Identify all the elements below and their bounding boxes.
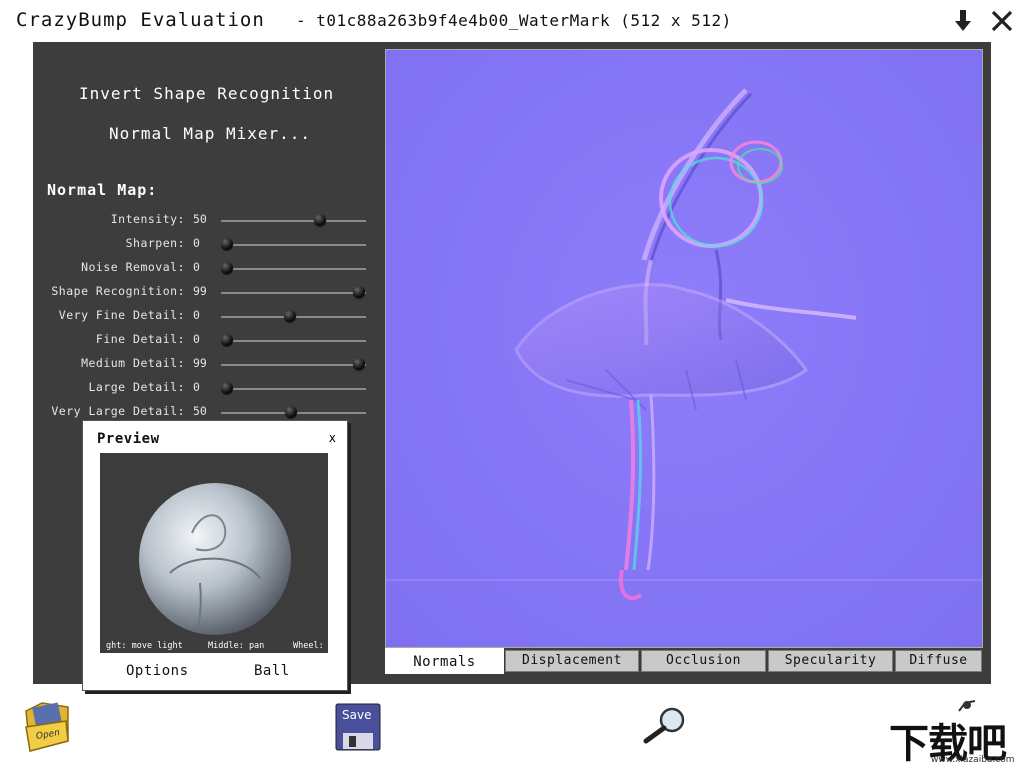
slider-knob[interactable]	[221, 382, 233, 394]
tab-occlusion[interactable]: Occlusion	[641, 650, 766, 672]
preview-ball-image	[139, 483, 291, 635]
slider-label: Very Fine Detail:	[58, 308, 185, 322]
slider-row: Medium Detail: 99	[33, 353, 373, 373]
tab-specularity[interactable]: Specularity	[768, 650, 893, 672]
preview-ball-button[interactable]: Ball	[254, 663, 290, 679]
slider-knob[interactable]	[352, 286, 365, 298]
slider-row: Very Large Detail: 50	[33, 401, 373, 421]
download-arrow-icon[interactable]	[951, 8, 975, 34]
slider-knob[interactable]	[221, 334, 233, 346]
slider-value: 50	[193, 212, 207, 226]
slider-label: Very Large Detail:	[51, 404, 185, 418]
preview-close-button[interactable]: x	[329, 431, 336, 445]
slider-value: 99	[193, 284, 207, 298]
app-title: CrazyBump Evaluation	[16, 9, 265, 31]
open-folder-icon[interactable]: Open	[22, 697, 72, 755]
preview-3d-viewport[interactable]: ght: move light Middle: pan Wheel:	[100, 453, 328, 653]
magnifier-icon[interactable]	[640, 705, 690, 745]
slider-row: Shape Recognition: 99	[33, 281, 373, 301]
tab-normals[interactable]: Normals	[385, 648, 504, 674]
slider-value: 50	[193, 404, 207, 418]
slider-knob[interactable]	[284, 406, 297, 418]
slider-value: 99	[193, 356, 207, 370]
slider-row: Large Detail: 0	[33, 377, 373, 397]
normal-map-canvas[interactable]	[385, 49, 983, 648]
slider-track[interactable]	[221, 292, 366, 294]
preview-options-button[interactable]: Options	[126, 663, 189, 679]
slider-track[interactable]	[221, 220, 366, 222]
tab-displacement[interactable]: Displacement	[505, 650, 639, 672]
file-title: - t01c88a263b9f4e4b00_WaterMark (512 x 5…	[296, 11, 732, 30]
site-watermark-logo: 下载吧 www.xiazaiba.com	[889, 697, 1023, 768]
slider-knob[interactable]	[314, 214, 327, 226]
save-floppy-icon[interactable]: Save	[335, 703, 381, 751]
slider-knob[interactable]	[221, 262, 233, 274]
save-label: Save	[342, 708, 372, 722]
close-x-icon[interactable]	[990, 8, 1014, 34]
slider-value: 0	[193, 260, 200, 274]
slider-label: Fine Detail:	[95, 332, 185, 346]
slider-value: 0	[193, 380, 200, 394]
tab-diffuse[interactable]: Diffuse	[895, 650, 982, 672]
slider-track[interactable]	[221, 244, 366, 246]
slider-row: Sharpen: 0	[33, 233, 373, 253]
slider-value: 0	[193, 308, 200, 322]
slider-value: 0	[193, 236, 200, 250]
ballerina-normal-map-image	[386, 88, 982, 601]
slider-label: Shape Recognition:	[51, 284, 185, 298]
slider-label: Noise Removal:	[81, 260, 185, 274]
slider-track[interactable]	[221, 268, 366, 270]
slider-label: Intensity:	[110, 212, 185, 226]
slider-knob[interactable]	[221, 238, 233, 250]
preview-hint-middle: Middle: pan	[208, 641, 265, 651]
watermark-url: www.xiazaiba.com	[931, 755, 1015, 765]
slider-label: Large Detail:	[88, 380, 185, 394]
slider-value: 0	[193, 332, 200, 346]
slider-row: Noise Removal: 0	[33, 257, 373, 277]
slider-track[interactable]	[221, 364, 366, 366]
preview-hint-left: ght: move light	[106, 641, 183, 651]
title-bar: CrazyBump Evaluation - t01c88a263b9f4e4b…	[0, 0, 1023, 42]
slider-knob[interactable]	[283, 310, 296, 322]
slider-row: Intensity: 50	[33, 209, 373, 229]
slider-track[interactable]	[221, 340, 366, 342]
slider-label: Medium Detail:	[81, 356, 185, 370]
slider-knob[interactable]	[352, 358, 365, 370]
view-tabs: Normals Displacement Occlusion Speculari…	[385, 648, 983, 674]
normal-map-mixer-button[interactable]: Normal Map Mixer...	[109, 124, 311, 143]
slider-track[interactable]	[221, 388, 366, 390]
invert-shape-recognition-button[interactable]: Invert Shape Recognition	[79, 84, 334, 103]
slider-label: Sharpen:	[125, 236, 185, 250]
preview-title: Preview	[97, 431, 160, 447]
slider-row: Very Fine Detail: 0	[33, 305, 373, 325]
preview-window: Preview x ght: move light Middle: pan Wh…	[82, 420, 348, 691]
slider-row: Fine Detail: 0	[33, 329, 373, 349]
normal-map-section-title: Normal Map:	[47, 181, 158, 199]
preview-hint-right: Wheel:	[293, 641, 324, 651]
